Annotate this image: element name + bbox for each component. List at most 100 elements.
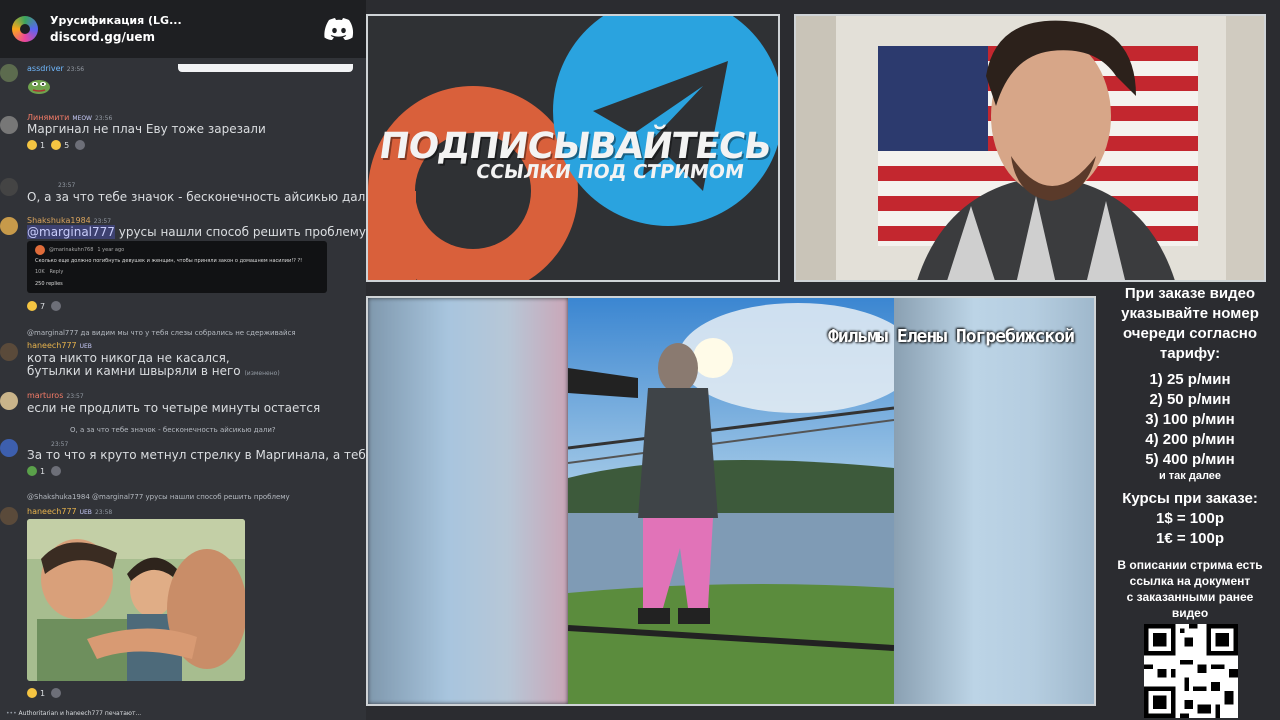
- username[interactable]: haneech777: [27, 341, 77, 350]
- reactions: 7: [27, 301, 62, 311]
- chat-message: marturos 23:57 если не продлить то четыре…: [0, 388, 366, 418]
- role-badge: MEOW: [72, 115, 92, 122]
- timestamp: 23:57: [58, 182, 76, 189]
- timestamp: 23:57: [66, 393, 84, 400]
- qr-code-icon[interactable]: [1144, 624, 1238, 718]
- tariff-more: и так далее: [1158, 470, 1222, 482]
- video-frame: [568, 298, 894, 704]
- add-reaction-button[interactable]: [51, 301, 62, 311]
- meme-image[interactable]: [27, 519, 245, 681]
- chat-message: @marginal777 да видим мы что у тебя слез…: [0, 326, 366, 381]
- reply-preview[interactable]: @marginal777 да видим мы что у тебя слез…: [27, 329, 296, 337]
- avatar: [0, 392, 18, 410]
- tariff-item: 5) 400 р/мин: [1145, 451, 1235, 468]
- emoji-icon: [27, 301, 37, 311]
- message-text: @marginal777 урусы нашли способ решить п…: [27, 225, 366, 239]
- add-reaction-button[interactable]: [75, 140, 86, 150]
- reaction[interactable]: 1: [27, 466, 45, 476]
- emoji-icon: [51, 140, 62, 150]
- reactions: 1: [27, 688, 62, 698]
- order-info-panel: При заказе видео указывайте номер очеред…: [1100, 284, 1280, 720]
- server-icon: [12, 16, 38, 42]
- reaction[interactable]: 5: [51, 140, 69, 150]
- reply-preview[interactable]: О, а за что тебе значок - бесконечность …: [70, 426, 276, 434]
- embed-reply: Reply: [49, 269, 64, 275]
- message-text: За то что я круто метнул стрелку в Марги…: [27, 448, 366, 462]
- avatar: [0, 217, 18, 235]
- tariff-item: 1) 25 р/мин: [1149, 371, 1231, 388]
- add-reaction-icon: [75, 140, 86, 150]
- embed-avatar: [35, 245, 45, 255]
- discord-icon: [324, 18, 354, 40]
- blurred-background-right: [894, 298, 1094, 704]
- timestamp: 23:57: [51, 441, 69, 448]
- username[interactable]: assdriver: [27, 64, 64, 73]
- message-text: бутылки и камни швыряли в него (изменено…: [27, 364, 280, 378]
- reply-preview[interactable]: @Shakshuka1984 @marginal777 урусы нашли …: [27, 493, 290, 501]
- meme-illustration: [27, 519, 245, 681]
- emoji-icon: [27, 466, 37, 476]
- tariff-item: 4) 200 р/мин: [1145, 431, 1235, 448]
- username[interactable]: marturos: [27, 391, 63, 400]
- reaction[interactable]: 1: [27, 140, 45, 150]
- chat-message: Линямити MEOW 23:56 Маргинал не плач Еву т…: [0, 110, 366, 155]
- username[interactable]: haneech777: [27, 507, 77, 516]
- webcam-feed: [794, 14, 1266, 282]
- avatar: [0, 507, 18, 525]
- subscribe-banner: ПОДПИСЫВАЙТЕСЬ ССЫЛКИ ПОД СТРИМОМ: [366, 14, 780, 282]
- emoji-icon: [27, 140, 37, 150]
- video-scene: [568, 298, 894, 704]
- add-reaction-button[interactable]: [51, 466, 62, 476]
- chat-message: 23:57 О, а за что тебе значок - бесконеч…: [0, 166, 366, 206]
- message-text: О, а за что тебе значок - бесконечность …: [27, 190, 366, 204]
- chat-message: @Shakshuka1984 @marginal777 урусы нашли …: [0, 490, 366, 525]
- pepe-emoji-icon: [28, 80, 50, 94]
- embed-likes: 10K: [35, 269, 45, 275]
- chat-message: assdriver 23:56: [0, 62, 366, 102]
- typing-indicator: ••• Authoritarian и haneech777 печатают.…: [6, 710, 142, 717]
- embed-text: Сколько еще должно погибнуть девушек и ж…: [35, 258, 303, 264]
- reactions: 1 5: [27, 140, 86, 150]
- video-player[interactable]: Фильмы Елены Погребижской: [366, 296, 1096, 706]
- mention[interactable]: @marginal777: [27, 225, 115, 239]
- banner-subtitle: ССЫЛКИ ПОД СТРИМОМ: [474, 161, 746, 183]
- role-badge: UEB: [79, 343, 92, 350]
- username[interactable]: Shakshuka1984: [27, 216, 91, 225]
- discord-chat-panel: Урусификация (LG... discord.gg/uem assdr…: [0, 0, 366, 720]
- avatar: [0, 343, 18, 361]
- tariff-item: 2) 50 р/мин: [1149, 391, 1231, 408]
- streamer-camera: [796, 16, 1264, 280]
- stream-layout: Урусификация (LG... discord.gg/uem assdr…: [0, 0, 1280, 720]
- invite-link[interactable]: discord.gg/uem: [50, 30, 324, 44]
- video-caption: Фильмы Елены Погребижской: [828, 326, 1075, 347]
- timestamp: 23:56: [66, 66, 85, 73]
- blurred-background-left: [368, 298, 568, 704]
- message-text: Маргинал не плач Еву тоже зарезали: [27, 122, 266, 136]
- server-name: Урусификация (LG...: [50, 14, 182, 27]
- avatar: [0, 64, 18, 82]
- avatar: [0, 178, 18, 196]
- discord-header[interactable]: Урусификация (LG... discord.gg/uem: [0, 0, 366, 58]
- reaction[interactable]: 1: [27, 688, 45, 698]
- embed-replies: 250 replies: [35, 281, 63, 287]
- avatar: [0, 439, 18, 457]
- embed-author: @marinakuhn768: [49, 247, 94, 253]
- username[interactable]: Линямити: [27, 113, 69, 122]
- embed-age: 1 year ago: [97, 247, 125, 253]
- add-reaction-icon: [51, 466, 62, 476]
- emoji-icon: [27, 688, 37, 698]
- timestamp: 23:58: [94, 509, 113, 516]
- order-instructions: При заказе видео указывайте номер очеред…: [1121, 285, 1259, 362]
- description-note: В описании стрима есть ссылка на докумен…: [1117, 558, 1263, 620]
- add-reaction-icon: [51, 301, 62, 311]
- add-reaction-button[interactable]: [51, 688, 62, 698]
- exchange-rates: Курсы при заказе: 1$ = 100р 1€ = 100р: [1122, 490, 1258, 547]
- reaction[interactable]: 7: [27, 301, 45, 311]
- role-badge: UEB: [79, 509, 92, 516]
- reactions: 1: [27, 466, 62, 476]
- link-embed[interactable]: @marinakuhn768 1 year ago Сколько еще до…: [27, 241, 327, 293]
- timestamp: 23:57: [93, 218, 112, 225]
- add-reaction-icon: [51, 688, 62, 698]
- timestamp: 23:56: [94, 115, 113, 122]
- tariff-item: 3) 100 р/мин: [1145, 411, 1235, 428]
